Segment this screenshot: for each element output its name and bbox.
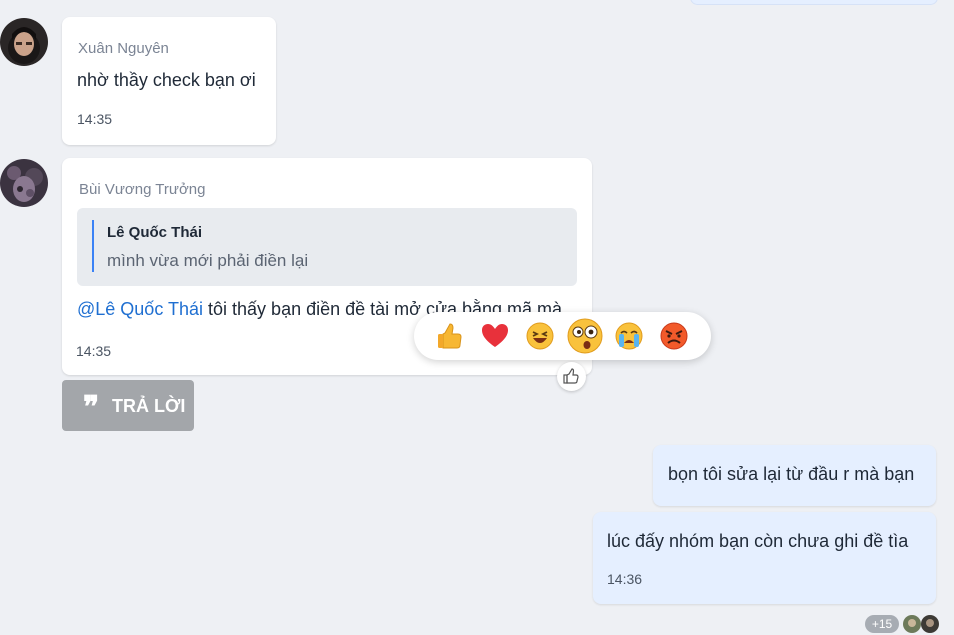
thumbs-up-outline-icon xyxy=(563,368,579,384)
message-text: nhờ thầy check bạn ơi xyxy=(77,70,256,90)
seen-avatar[interactable] xyxy=(903,615,921,633)
sender-name: Bùi Vương Trưởng xyxy=(79,181,206,198)
message-text: lúc đấy nhóm bạn còn chưa ghi đề tìa xyxy=(607,531,909,551)
quote-icon: ❞ xyxy=(83,390,100,425)
quote-bar xyxy=(92,220,94,272)
surprised-icon[interactable] xyxy=(566,317,604,355)
sender-name: Xuân Nguyên xyxy=(78,40,169,57)
quoted-sender: Lê Quốc Thái xyxy=(107,224,203,241)
message-time: 14:35 xyxy=(76,343,112,359)
my-message-bubble[interactable]: bọn tôi sửa lại từ đầu r mà bạn xyxy=(653,445,936,506)
reaction-picker xyxy=(414,312,711,360)
angry-icon[interactable] xyxy=(659,321,689,351)
seen-count-badge[interactable]: +15 xyxy=(865,615,899,633)
avatar-bui-vuong-truong[interactable] xyxy=(0,159,48,207)
reply-button[interactable]: ❞ TRẢ LỜI xyxy=(62,380,194,431)
quoted-message[interactable]: Lê Quốc Thái mình vừa mới phải điền lại xyxy=(77,208,577,286)
seen-avatar[interactable] xyxy=(921,615,939,633)
heart-icon[interactable] xyxy=(480,321,510,351)
avatar-xuan-nguyen[interactable] xyxy=(0,18,48,66)
message-time: 14:35 xyxy=(77,111,113,127)
message-text: bọn tôi sửa lại từ đầu r mà bạn xyxy=(668,464,915,484)
reply-label: TRẢ LỜI xyxy=(112,396,186,416)
my-message-bubble[interactable]: lúc đấy nhóm bạn còn chưa ghi đề tìa 14:… xyxy=(593,512,936,604)
mention-link[interactable]: @Lê Quốc Thái xyxy=(77,299,203,319)
previous-message-bubble xyxy=(690,0,938,5)
message-bubble[interactable]: Xuân Nguyên nhờ thầy check bạn ơi 14:35 xyxy=(62,17,276,145)
thumbs-up-icon[interactable] xyxy=(434,321,464,351)
message-time: 14:36 xyxy=(607,571,643,587)
crying-icon[interactable] xyxy=(614,321,644,351)
laughing-icon[interactable] xyxy=(525,321,555,351)
add-reaction-button[interactable] xyxy=(557,362,586,391)
quoted-text: mình vừa mới phải điền lại xyxy=(107,251,309,270)
